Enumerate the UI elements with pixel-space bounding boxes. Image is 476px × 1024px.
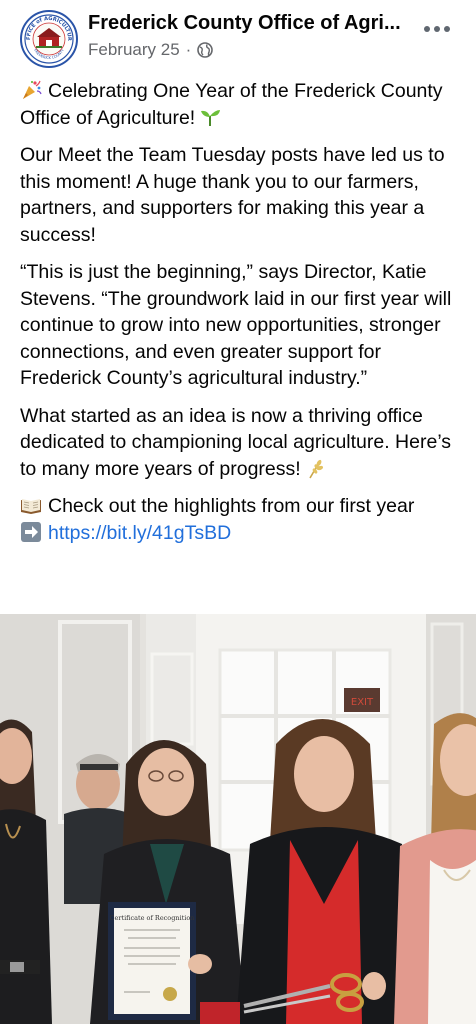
- paragraph-4-text: What started as an idea is now a thrivin…: [20, 404, 452, 480]
- open-book-icon: [21, 499, 41, 514]
- right-arrow-icon: [21, 521, 41, 542]
- agriculture-logo: OFFICE of AGRICULTURE FREDERICK COUNTY: [22, 12, 75, 65]
- certificate-title: Certificate of Recognition: [110, 914, 195, 922]
- post-paragraph-3: “This is just the beginning,” says Direc…: [20, 261, 452, 389]
- post-text: Celebrating One Year of the Frederick Co…: [20, 78, 462, 557]
- more-dot: [444, 26, 450, 32]
- post-paragraph-1: Celebrating One Year of the Frederick Co…: [20, 78, 462, 131]
- post-photo[interactable]: EXIT Certificate of Recognition: [0, 614, 476, 1024]
- post-paragraph-5: Check out the highlights from our first …: [20, 493, 462, 546]
- paragraph-5-text: Check out the highlights from our first …: [48, 495, 415, 517]
- party-popper-icon: [23, 80, 42, 99]
- facebook-post: OFFICE of AGRICULTURE FREDERICK COUNTY F…: [0, 0, 476, 1024]
- post-meta: February 25 ·: [88, 40, 214, 60]
- post-paragraph-4: What started as an idea is now a thrivin…: [20, 403, 462, 483]
- globe-icon[interactable]: [197, 42, 214, 58]
- page-name-link[interactable]: Frederick County Office of Agri...: [88, 12, 408, 35]
- team-photo-illustration: EXIT Certificate of Recognition: [0, 614, 476, 1024]
- wheat-icon: [309, 459, 323, 478]
- more-horizontal-icon: [424, 26, 430, 32]
- more-dot: [434, 26, 440, 32]
- exit-sign-text: EXIT: [351, 697, 374, 708]
- post-header: OFFICE of AGRICULTURE FREDERICK COUNTY F…: [0, 0, 476, 70]
- more-options-button[interactable]: [424, 22, 450, 36]
- paragraph-1-text: Celebrating One Year of the Frederick Co…: [20, 80, 443, 129]
- seedling-icon: [201, 109, 221, 126]
- meta-separator: ·: [185, 40, 192, 59]
- post-date[interactable]: February 25: [88, 40, 180, 60]
- post-paragraph-2: Our Meet the Team Tuesday posts have led…: [20, 144, 445, 246]
- highlights-link[interactable]: https://bit.ly/41gTsBD: [48, 522, 231, 544]
- page-avatar[interactable]: OFFICE of AGRICULTURE FREDERICK COUNTY: [20, 10, 78, 68]
